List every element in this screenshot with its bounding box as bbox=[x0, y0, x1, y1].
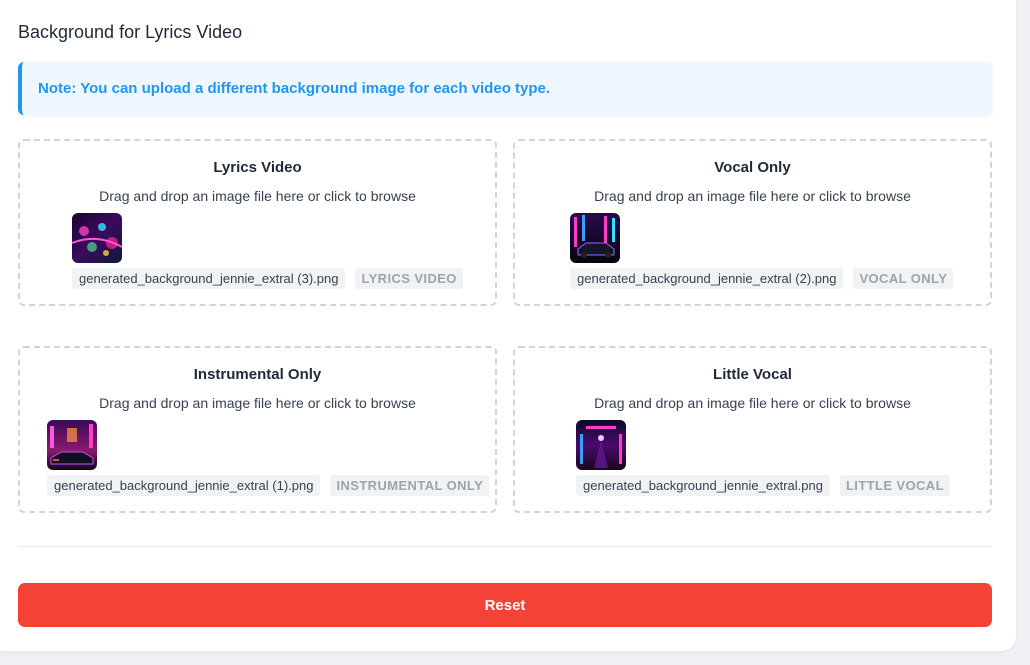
file-name: generated_background_jennie_extral (1).p… bbox=[47, 475, 321, 496]
section-title: Background for Lyrics Video bbox=[18, 22, 243, 42]
dropzone-hint: Drag and drop an image file here or clic… bbox=[594, 188, 911, 204]
video-type-badge: LITTLE VOCAL bbox=[839, 475, 950, 496]
file-info: generated_background_jennie_extral.png L… bbox=[576, 475, 950, 496]
dropzone-little-vocal[interactable]: Little Vocal Drag and drop an image file… bbox=[513, 346, 992, 513]
dropzone-instrumental-only[interactable]: Instrumental Only Drag and drop an image… bbox=[18, 346, 497, 513]
file-info: generated_background_jennie_extral (3).p… bbox=[72, 268, 463, 289]
video-type-badge: INSTRUMENTAL ONLY bbox=[330, 475, 490, 496]
file-name: generated_background_jennie_extral.png bbox=[576, 475, 830, 496]
image-thumbnail bbox=[72, 213, 122, 263]
dropzone-hint: Drag and drop an image file here or clic… bbox=[99, 188, 416, 204]
image-thumbnail bbox=[47, 420, 97, 470]
dropzone-vocal-only[interactable]: Vocal Only Drag and drop an image file h… bbox=[513, 139, 992, 306]
dropzone-lyrics-video[interactable]: Lyrics Video Drag and drop an image file… bbox=[18, 139, 497, 306]
dropzone-hint: Drag and drop an image file here or clic… bbox=[99, 395, 416, 411]
dropzone-title: Lyrics Video bbox=[213, 159, 302, 176]
file-info: generated_background_jennie_extral (2).p… bbox=[570, 268, 954, 289]
divider bbox=[18, 546, 992, 547]
dropzone-title: Instrumental Only bbox=[193, 366, 322, 383]
background-settings-panel: Background for Lyrics Video Note: You ca… bbox=[0, 0, 1016, 651]
file-info: generated_background_jennie_extral (1).p… bbox=[47, 475, 490, 496]
reset-button[interactable]: Reset bbox=[18, 583, 992, 627]
dropzone-title: Little Vocal bbox=[713, 366, 792, 383]
file-name: generated_background_jennie_extral (3).p… bbox=[72, 268, 346, 289]
video-type-badge: LYRICS VIDEO bbox=[355, 268, 463, 289]
dropzone-title: Vocal Only bbox=[714, 159, 791, 176]
dropzone-hint: Drag and drop an image file here or clic… bbox=[594, 395, 911, 411]
file-name: generated_background_jennie_extral (2).p… bbox=[570, 268, 844, 289]
note-text: Note: You can upload a different backgro… bbox=[38, 80, 551, 97]
video-type-badge: VOCAL ONLY bbox=[853, 268, 954, 289]
image-thumbnail bbox=[570, 213, 620, 263]
note-banner: Note: You can upload a different backgro… bbox=[18, 62, 992, 115]
image-thumbnail bbox=[576, 420, 626, 470]
